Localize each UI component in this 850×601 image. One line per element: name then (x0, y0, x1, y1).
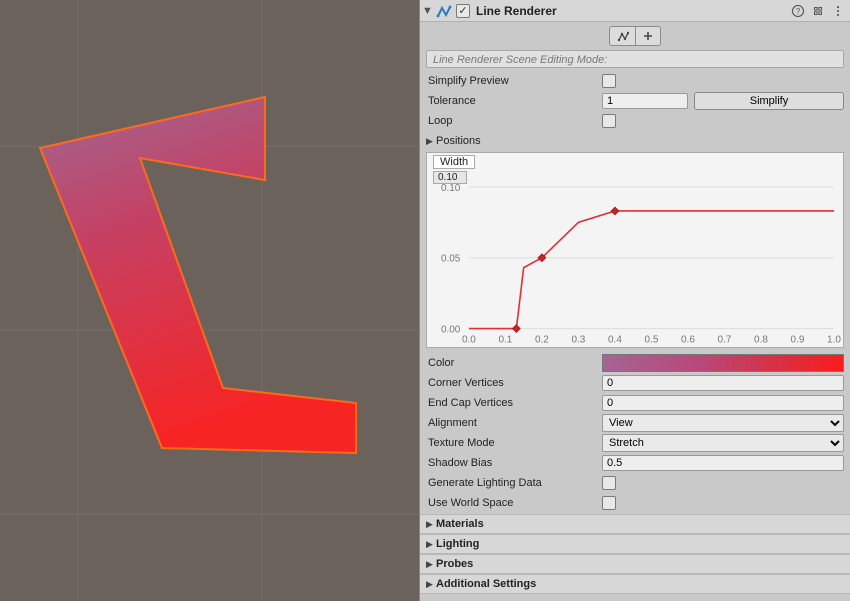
edit-mode-strip: Line Renderer Scene Editing Mode: (426, 50, 844, 68)
gen-lighting-label: Generate Lighting Data (426, 477, 602, 489)
scene-canvas (0, 0, 419, 601)
svg-text:0.2: 0.2 (535, 335, 549, 346)
corner-vertices-field[interactable] (602, 375, 844, 391)
tolerance-label: Tolerance (426, 95, 602, 107)
chevron-right-icon: ▶ (426, 579, 436, 590)
component-foldout-icon[interactable]: ▼ (422, 5, 432, 17)
additional-settings-section[interactable]: ▶ Additional Settings (420, 574, 850, 594)
endcap-vertices-field[interactable] (602, 395, 844, 411)
edit-points-button[interactable] (609, 26, 635, 46)
svg-text:0.6: 0.6 (681, 335, 695, 346)
chevron-right-icon: ▶ (426, 136, 436, 147)
kebab-menu-icon[interactable] (830, 3, 846, 19)
texture-mode-label: Texture Mode (426, 437, 602, 449)
svg-text:0.0: 0.0 (462, 335, 476, 346)
add-point-button[interactable] (635, 26, 661, 46)
component-title: Line Renderer (476, 4, 786, 18)
component-enabled-checkbox[interactable] (456, 4, 470, 18)
loop-checkbox[interactable] (602, 114, 616, 128)
presets-icon[interactable] (810, 3, 826, 19)
shadow-bias-field[interactable] (602, 455, 844, 471)
tolerance-field[interactable] (602, 93, 688, 109)
lighting-section[interactable]: ▶ Lighting (420, 534, 850, 554)
gen-lighting-checkbox[interactable] (602, 476, 616, 490)
probes-section[interactable]: ▶ Probes (420, 554, 850, 574)
shadow-bias-label: Shadow Bias (426, 457, 602, 469)
materials-section[interactable]: ▶ Materials (420, 514, 850, 534)
svg-text:0.4: 0.4 (608, 335, 622, 346)
texture-mode-dropdown[interactable]: Stretch (602, 434, 844, 452)
line-renderer-icon (436, 3, 452, 19)
simplify-preview-label: Simplify Preview (426, 75, 602, 87)
scene-viewport[interactable] (0, 0, 419, 601)
endcap-vertices-label: End Cap Vertices (426, 397, 602, 409)
help-icon[interactable]: ? (790, 3, 806, 19)
simplify-button[interactable]: Simplify (694, 92, 844, 110)
color-gradient-field[interactable] (602, 354, 844, 372)
line-renderer-shape[interactable] (40, 97, 356, 453)
simplify-preview-checkbox[interactable] (602, 74, 616, 88)
width-curve-editor[interactable]: Width 0.10 0.10 0.05 0.00 0.0 0.1 0.2 (426, 152, 844, 348)
component-header[interactable]: ▼ Line Renderer ? (420, 0, 850, 22)
corner-vertices-label: Corner Vertices (426, 377, 602, 389)
svg-text:0.05: 0.05 (441, 254, 461, 265)
chevron-right-icon: ▶ (426, 519, 436, 530)
world-space-checkbox[interactable] (602, 496, 616, 510)
world-space-label: Use World Space (426, 497, 602, 509)
svg-text:?: ? (796, 7, 801, 16)
alignment-label: Alignment (426, 417, 602, 429)
svg-text:0.9: 0.9 (791, 335, 805, 346)
chevron-right-icon: ▶ (426, 559, 436, 570)
edit-mode-tools (426, 26, 844, 46)
alignment-dropdown[interactable]: View (602, 414, 844, 432)
svg-text:0.10: 0.10 (441, 183, 461, 194)
svg-text:0.8: 0.8 (754, 335, 768, 346)
svg-text:0.3: 0.3 (571, 335, 585, 346)
svg-text:0.00: 0.00 (441, 325, 461, 336)
svg-text:0.7: 0.7 (718, 335, 732, 346)
svg-text:1.0: 1.0 (827, 335, 841, 346)
loop-label: Loop (426, 115, 602, 127)
positions-foldout[interactable]: ▶ Positions (426, 132, 844, 150)
inspector-panel: ▼ Line Renderer ? Line Renderer Scene Ed… (419, 0, 850, 601)
svg-text:0.1: 0.1 (498, 335, 512, 346)
positions-label: Positions (436, 135, 481, 147)
color-label: Color (426, 357, 602, 369)
svg-text:0.5: 0.5 (645, 335, 659, 346)
chevron-right-icon: ▶ (426, 539, 436, 550)
